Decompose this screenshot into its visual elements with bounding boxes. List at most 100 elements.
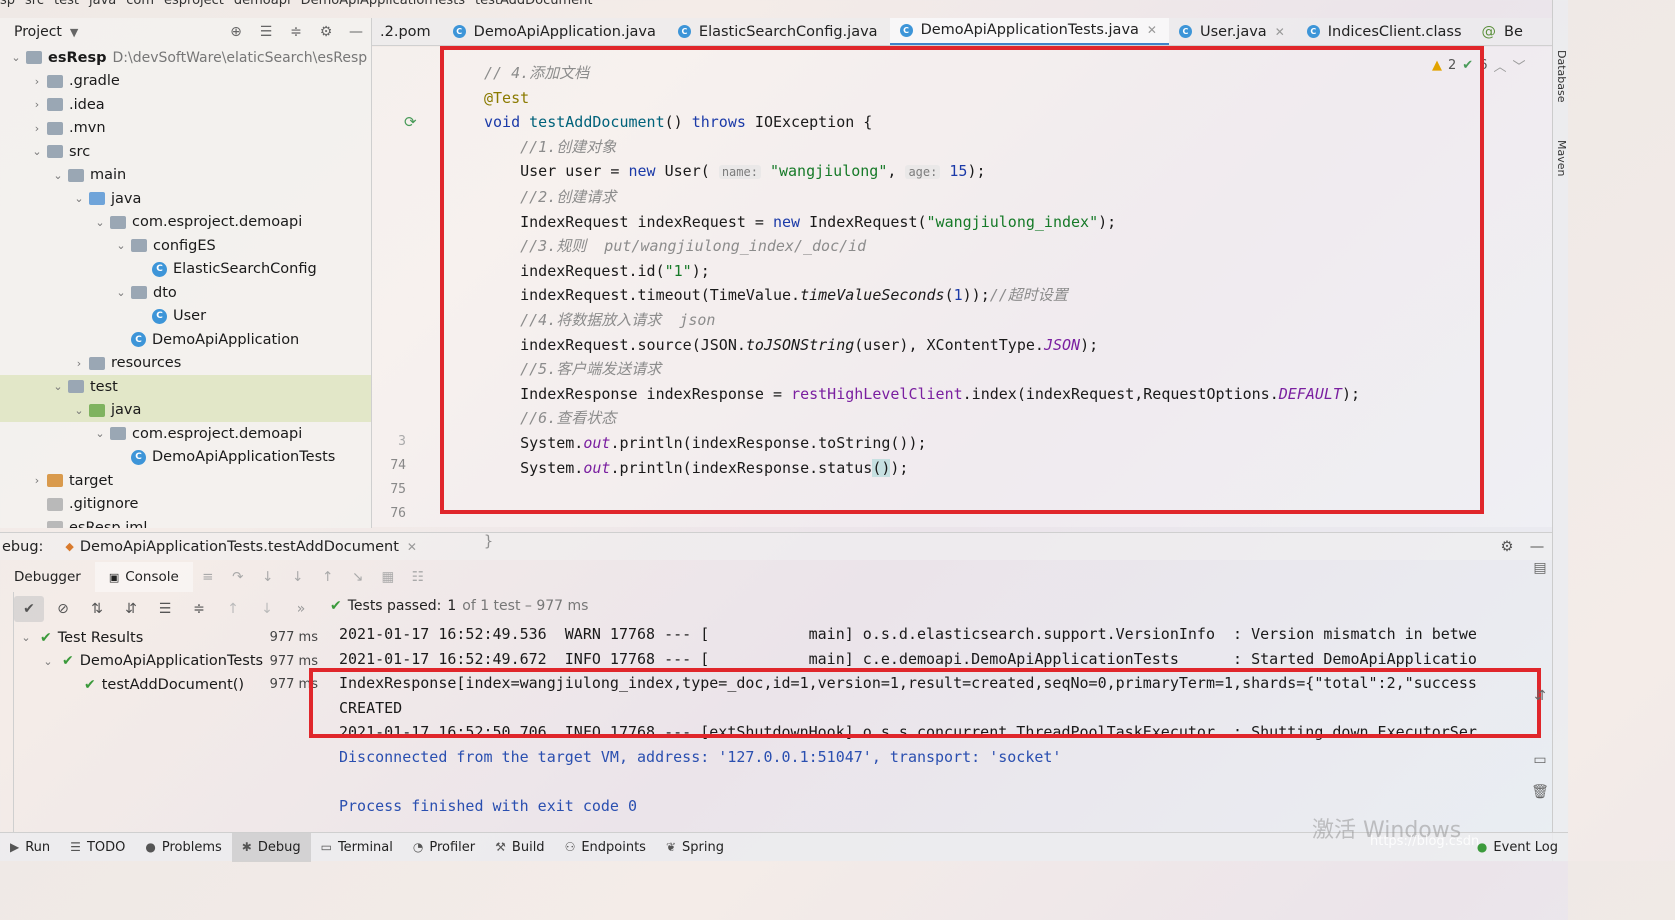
chevron-down-icon[interactable]: ⌄ [8, 51, 24, 64]
chevron-right-icon[interactable]: › [29, 98, 45, 111]
force-step-into-icon[interactable]: ↓ [283, 569, 313, 585]
minimize-icon[interactable]: — [341, 24, 371, 40]
project-root[interactable]: ⌄ esResp D:\devSoftWare\elaticSearch\esR… [0, 46, 371, 70]
run-to-cursor-icon[interactable]: ↘ [343, 569, 373, 585]
breadcrumb-item[interactable]: java [89, 0, 116, 8]
step-out-icon[interactable]: ↑ [313, 569, 343, 585]
print-icon[interactable]: ▭ [1528, 752, 1552, 784]
project-tree-item[interactable]: C DemoApiApplication [0, 328, 371, 352]
show-ignored-icon[interactable]: ⊘ [48, 596, 78, 622]
code-text[interactable]: // 4.添加文档 @Test void testAddDocument() t… [484, 61, 1360, 554]
tab-console[interactable]: ▣ Console [94, 562, 193, 592]
project-tree-item[interactable]: C ElasticSearchConfig [0, 258, 371, 282]
chevron-right-icon[interactable]: › [29, 122, 45, 135]
project-tree-item[interactable]: ⌄ java [0, 187, 371, 211]
project-tree-item[interactable]: .gitignore [0, 493, 371, 517]
project-tree-item[interactable]: ⌄ com.esproject.demoapi [0, 211, 371, 235]
sort-alpha-icon[interactable]: ⇅ [82, 596, 112, 622]
editor-tab[interactable]: C DemoApiApplication.java [443, 18, 668, 45]
project-tree-item[interactable]: › .mvn [0, 117, 371, 141]
tab-debugger[interactable]: Debugger [0, 562, 95, 592]
chevron-down-icon[interactable]: ⌄ [92, 216, 108, 229]
trace-icon[interactable]: ☷ [403, 569, 433, 585]
gear-icon[interactable]: ⚙ [1492, 539, 1522, 555]
chevron-down-icon[interactable]: ⌄ [92, 427, 108, 440]
close-icon[interactable]: ✕ [1275, 25, 1285, 39]
collapse-all-icon[interactable]: ≑ [281, 24, 311, 40]
project-tree-item[interactable]: C DemoApiApplicationTests [0, 446, 371, 470]
close-icon[interactable]: ✕ [407, 540, 417, 554]
chevron-up-icon[interactable]: ︿ [1493, 56, 1506, 75]
project-tree-item[interactable]: ⌄ src [0, 140, 371, 164]
editor-tab[interactable]: C DemoApiApplicationTests.java ✕ [889, 18, 1169, 45]
chevron-right-icon[interactable]: › [71, 357, 87, 370]
locate-icon[interactable]: ⊕ [221, 24, 251, 40]
project-tree-item[interactable]: C User [0, 305, 371, 329]
evaluate-icon[interactable]: ▦ [373, 569, 403, 585]
tool-window-todo[interactable]: ☰ TODO [60, 833, 135, 862]
chevron-down-icon[interactable]: ⌄ [50, 169, 66, 182]
project-tree-item[interactable]: ⌄ java [0, 398, 371, 422]
database-tool-tab[interactable]: Database [1555, 50, 1568, 103]
test-result-row[interactable]: ⌄ ✔ DemoApiApplicationTests 977 ms [14, 650, 326, 674]
project-tree-item[interactable]: ⌄ dto [0, 281, 371, 305]
breadcrumb-item[interactable]: test [54, 0, 79, 8]
chevron-down-icon[interactable]: ▼ [70, 26, 78, 39]
tool-window-problems[interactable]: ● Problems [135, 833, 231, 862]
editor-tab[interactable]: C IndicesClient.class [1297, 18, 1474, 45]
chevron-down-icon[interactable]: ⌄ [71, 404, 87, 417]
chevron-down-icon[interactable]: ⌄ [18, 631, 34, 644]
console-output[interactable]: 2021-01-17 16:52:49.536 WARN 17768 --- [… [330, 622, 1530, 822]
layout-icon[interactable]: ▤ [1528, 560, 1552, 592]
tool-window-terminal[interactable]: ▭ Terminal [311, 833, 403, 862]
sort-duration-icon[interactable]: ⇵ [116, 596, 146, 622]
tool-window-run[interactable]: ▶ Run [0, 833, 60, 862]
chevron-down-icon[interactable]: ⌄ [50, 380, 66, 393]
expand-all-icon[interactable]: ☰ [251, 24, 281, 40]
project-tree-item[interactable]: ⌄ configES [0, 234, 371, 258]
step-over-icon[interactable]: ↷ [223, 569, 253, 585]
code-editor[interactable]: ⟳ 3 74 75 76 // 4.添加文档 @Test void testAd… [372, 47, 1552, 550]
maven-tool-tab[interactable]: Maven [1555, 140, 1568, 176]
tool-window-build[interactable]: ⚒ Build [485, 833, 554, 862]
chevron-down-icon[interactable]: ⌄ [71, 192, 87, 205]
chevron-right-icon[interactable]: › [29, 75, 45, 88]
breadcrumb-item[interactable]: DemoApiApplicationTests [301, 0, 465, 8]
breadcrumb-item[interactable]: demoapi [234, 0, 291, 8]
expand-all-icon[interactable]: ☰ [150, 596, 180, 622]
chevron-down-icon[interactable]: ⌄ [40, 655, 56, 668]
trash-icon[interactable]: 🗑 [1528, 784, 1552, 816]
breadcrumb-item[interactable]: com [126, 0, 154, 8]
chevron-right-icon[interactable]: › [29, 474, 45, 487]
tool-window-debug[interactable]: ✱ Debug [231, 832, 311, 862]
run-test-gutter-icon[interactable]: ⟳ [404, 113, 417, 131]
project-tree-item[interactable]: › .idea [0, 93, 371, 117]
breadcrumb-item[interactable]: sp [0, 0, 15, 8]
breadcrumb-item[interactable]: src [25, 0, 44, 8]
editor-tab[interactable]: .2.pom [372, 18, 443, 45]
chevron-down-icon[interactable]: ﹀ [1512, 56, 1525, 75]
chevron-down-icon[interactable]: ⌄ [29, 145, 45, 158]
breadcrumb-item[interactable]: esproject [164, 0, 224, 8]
tool-window-profiler[interactable]: ◔ Profiler [403, 833, 485, 862]
project-tree-item[interactable]: › resources [0, 352, 371, 376]
step-into-icon[interactable]: ↓ [253, 569, 283, 585]
event-log-button[interactable]: ● Event Log [1467, 833, 1568, 862]
previous-icon[interactable]: ↑ [218, 596, 248, 622]
collapse-all-icon[interactable]: ≑ [184, 596, 214, 622]
editor-tab[interactable]: C ElasticSearchConfig.java [668, 18, 890, 45]
gear-icon[interactable]: ⚙ [311, 24, 341, 40]
editor-tab[interactable]: C User.java ✕ [1169, 18, 1297, 45]
tool-window-spring[interactable]: ❦ Spring [656, 833, 734, 862]
layout-icon[interactable]: ≡ [193, 569, 223, 585]
close-icon[interactable]: ✕ [1147, 23, 1157, 37]
project-tree-item[interactable]: ⌄ com.esproject.demoapi [0, 422, 371, 446]
test-result-row[interactable]: ✔ testAddDocument() 977 ms [14, 673, 326, 697]
editor-tab[interactable]: @ Be [1474, 18, 1535, 45]
debug-config-tab[interactable]: ◆ DemoApiApplicationTests.testAddDocumen… [65, 539, 417, 555]
project-tree-item[interactable]: › target [0, 469, 371, 493]
soft-wrap-icon[interactable]: ⇵ [1528, 688, 1552, 720]
project-tree-item[interactable]: ⌄ main [0, 164, 371, 188]
next-icon[interactable]: ↓ [252, 596, 282, 622]
minimize-icon[interactable]: — [1522, 539, 1552, 555]
